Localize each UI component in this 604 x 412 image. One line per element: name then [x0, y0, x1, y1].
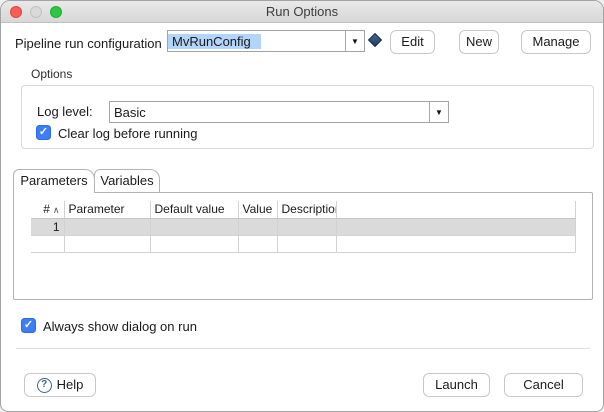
parameters-table: #∧ Parameter Default value Value Descrip…	[31, 201, 576, 253]
clear-log-label: Clear log before running	[58, 126, 197, 141]
options-group-title: Options	[31, 67, 72, 81]
variable-diamond-icon	[368, 33, 382, 47]
title-bar[interactable]: Run Options	[1, 1, 603, 23]
table-row[interactable]: 1	[31, 218, 576, 235]
always-show-checkbox[interactable]: ✓	[21, 318, 36, 333]
always-show-label: Always show dialog on run	[43, 319, 197, 334]
run-options-dialog: Run Options Pipeline run configuration M…	[0, 0, 604, 412]
table-header-row: #∧ Parameter Default value Value Descrip…	[31, 201, 576, 218]
tab-parameters[interactable]: Parameters	[13, 169, 95, 193]
column-header-num[interactable]: #∧	[31, 201, 64, 218]
cell-default-value[interactable]	[150, 218, 238, 235]
column-header-filler	[336, 201, 576, 218]
cell-value[interactable]	[238, 218, 277, 235]
clear-log-checkbox[interactable]: ✓	[36, 125, 51, 140]
log-level-value: Basic	[110, 105, 146, 120]
tab-variables[interactable]: Variables	[94, 169, 160, 192]
manage-button[interactable]: Manage	[521, 30, 591, 54]
launch-button[interactable]: Launch	[423, 373, 490, 397]
log-level-combo[interactable]: Basic ▼	[109, 101, 449, 123]
run-config-value: MvRunConfig	[168, 34, 261, 49]
help-question-icon: ?	[37, 378, 52, 393]
log-level-label: Log level:	[37, 104, 93, 119]
chevron-down-icon[interactable]: ▼	[345, 31, 364, 51]
column-header-default-value[interactable]: Default value	[150, 201, 238, 218]
sort-asc-icon: ∧	[53, 205, 60, 215]
cancel-button[interactable]: Cancel	[504, 373, 583, 397]
column-header-parameter[interactable]: Parameter	[64, 201, 150, 218]
help-button-label: Help	[57, 374, 84, 396]
cell-num[interactable]: 1	[31, 218, 64, 235]
new-button[interactable]: New	[459, 30, 499, 54]
column-header-description[interactable]: Description	[277, 201, 336, 218]
window-title: Run Options	[1, 4, 603, 19]
cell-description[interactable]	[277, 218, 336, 235]
pipeline-config-label: Pipeline run configuration	[15, 36, 162, 51]
run-config-combo[interactable]: MvRunConfig ▼	[167, 30, 365, 52]
table-row-empty[interactable]	[31, 235, 576, 252]
cell-parameter[interactable]	[64, 218, 150, 235]
edit-button[interactable]: Edit	[390, 30, 435, 54]
chevron-down-icon[interactable]: ▼	[429, 102, 448, 122]
help-button[interactable]: ? Help	[24, 373, 96, 397]
footer-separator	[16, 348, 590, 349]
column-header-value[interactable]: Value	[238, 201, 277, 218]
